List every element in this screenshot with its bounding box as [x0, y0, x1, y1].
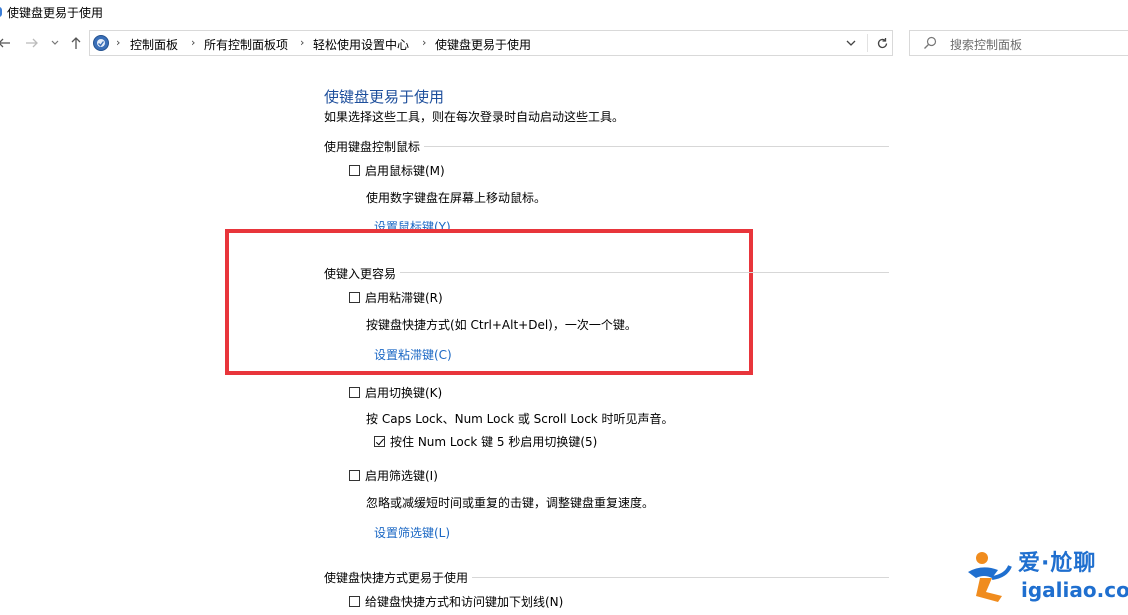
- breadcrumb-keyboard[interactable]: 使键盘更易于使用: [435, 36, 531, 53]
- window-title: 使键盘更易于使用: [7, 6, 104, 20]
- num-lock-toggle-checkbox[interactable]: [374, 436, 385, 447]
- up-button[interactable]: [66, 33, 86, 53]
- chevron-down-icon: [51, 40, 59, 45]
- breadcrumb-control-panel[interactable]: 控制面板: [130, 36, 178, 53]
- toggle-keys-description: 按 Caps Lock、Num Lock 或 Scroll Lock 时听见声音…: [366, 412, 674, 426]
- sticky-keys-checkbox[interactable]: [349, 292, 360, 303]
- page-subtitle: 如果选择这些工具，则在每次登录时自动启动这些工具。: [324, 110, 625, 124]
- chevron-down-icon: [846, 40, 856, 46]
- up-arrow-icon: [71, 37, 81, 49]
- mouse-keys-checkbox[interactable]: [349, 165, 360, 176]
- num-lock-toggle-label[interactable]: 按住 Num Lock 键 5 秒启用切换键(5): [390, 433, 597, 450]
- toggle-keys-label[interactable]: 启用切换键(K): [365, 384, 442, 401]
- breadcrumb-all-items[interactable]: 所有控制面板项: [204, 36, 288, 53]
- section-divider: [400, 272, 889, 273]
- mouse-keys-label[interactable]: 启用鼠标键(M): [365, 162, 445, 179]
- breadcrumb-separator-icon: ›: [191, 36, 196, 49]
- forward-button[interactable]: [22, 33, 42, 53]
- address-divider: [867, 34, 868, 52]
- setup-sticky-keys-link[interactable]: 设置粘滞键(C): [374, 346, 452, 363]
- section-divider: [424, 146, 889, 147]
- control-panel-icon: [93, 35, 109, 51]
- breadcrumb-separator-icon: ›: [116, 36, 121, 49]
- mouse-keys-description: 使用数字键盘在屏幕上移动鼠标。: [366, 191, 547, 205]
- sticky-keys-label[interactable]: 启用粘滞键(R): [365, 289, 443, 306]
- refresh-icon: [877, 37, 887, 48]
- forward-arrow-icon: [26, 38, 38, 48]
- breadcrumb-separator-icon: ›: [422, 36, 427, 49]
- address-bar[interactable]: › 控制面板 › 所有控制面板项 › 轻松使用设置中心 › 使键盘更易于使用: [89, 30, 893, 56]
- address-dropdown-button[interactable]: [840, 31, 862, 55]
- recent-locations-button[interactable]: [45, 33, 65, 53]
- refresh-button[interactable]: [871, 31, 893, 55]
- search-icon: [924, 36, 937, 49]
- filter-keys-label[interactable]: 启用筛选键(I): [365, 467, 438, 484]
- filter-keys-checkbox[interactable]: [349, 470, 360, 481]
- sticky-keys-description: 按键盘快捷方式(如 Ctrl+Alt+Del)，一次一个键。: [366, 318, 637, 332]
- section-divider: [472, 577, 889, 578]
- highlight-box: [225, 229, 753, 375]
- toggle-keys-checkbox[interactable]: [349, 387, 360, 398]
- filter-keys-description: 忽略或减缓短时间或重复的击键，调整键盘重复速度。: [366, 496, 655, 510]
- title-bar: 使键盘更易于使用: [0, 0, 1128, 26]
- watermark-logo-icon: [968, 552, 1012, 602]
- underline-shortcuts-checkbox[interactable]: [349, 596, 360, 607]
- watermark-url: igaliao.com: [1021, 578, 1128, 602]
- breadcrumb-ease-of-access[interactable]: 轻松使用设置中心: [313, 36, 409, 53]
- watermark-title: 爱·尬聊: [1018, 551, 1097, 576]
- setup-filter-keys-link[interactable]: 设置筛选键(L): [374, 524, 450, 541]
- breadcrumb-separator-icon: ›: [300, 36, 305, 49]
- section-title-shortcuts: 使键盘快捷方式更易于使用: [324, 571, 469, 585]
- search-box[interactable]: 搜索控制面板: [909, 30, 1128, 56]
- underline-shortcuts-label[interactable]: 给键盘快捷方式和访问键加下划线(N): [365, 593, 563, 610]
- search-input[interactable]: 搜索控制面板: [950, 36, 1022, 53]
- section-title-typing: 使键入更容易: [324, 267, 397, 281]
- page-title: 使键盘更易于使用: [324, 88, 445, 106]
- window-icon: [0, 7, 2, 17]
- back-button[interactable]: [0, 33, 14, 53]
- section-title-mouse: 使用键盘控制鼠标: [324, 140, 421, 154]
- back-arrow-icon: [0, 38, 10, 48]
